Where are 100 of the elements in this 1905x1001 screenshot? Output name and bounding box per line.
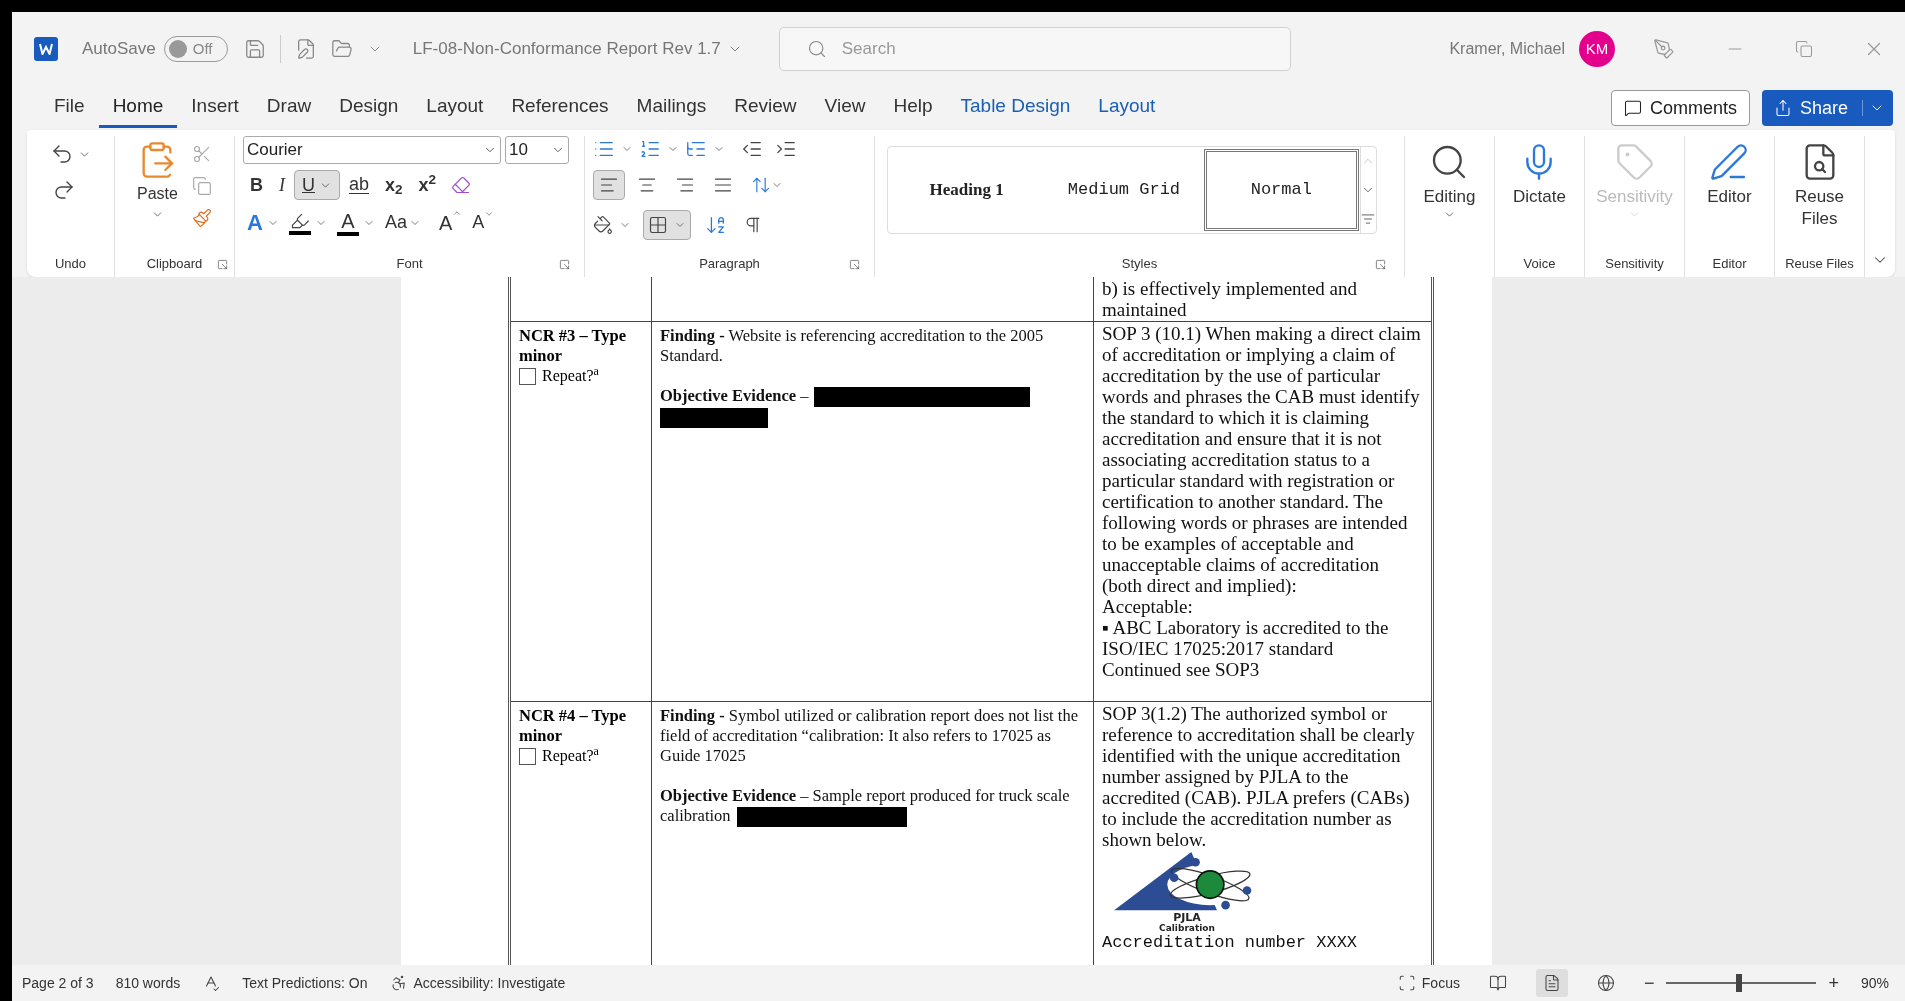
ribbon-tab[interactable]: Mailings (622, 88, 721, 128)
word-logo-icon (34, 37, 58, 61)
requirement-text: b) is effectively implemented and maintained (1102, 278, 1358, 320)
search-icon (806, 39, 827, 59)
zoom-slider-thumb[interactable] (1735, 974, 1742, 992)
pen-icon (1709, 142, 1750, 182)
requirement-text: Continued see SOP3 (1102, 659, 1261, 680)
numbering-icon[interactable] (639, 138, 661, 160)
pen-icon[interactable] (1653, 38, 1675, 60)
format-button[interactable]: I (272, 170, 292, 200)
zoom-out-button[interactable]: − (1643, 969, 1655, 997)
focus-icon (1397, 974, 1416, 992)
dialog-launcher-icon[interactable] (217, 259, 228, 270)
text-predictions[interactable]: Text Predictions: On (242, 972, 368, 994)
font-size-dropdown[interactable]: 10 (505, 136, 569, 164)
objective-evidence-text: Objective Evidence – (660, 386, 1085, 429)
text-effects-button[interactable]: A (247, 206, 263, 239)
ribbon-tab[interactable]: Design (325, 88, 413, 128)
dialog-launcher-icon[interactable] (849, 259, 860, 270)
repeat-label: Repeat?$^{a}$ (542, 746, 599, 766)
tool-button[interactable]: Dictate (1513, 136, 1566, 251)
objective-evidence-text: Objective Evidence – Sample report produced for truck scale calibration (660, 786, 1085, 828)
page-icon (1542, 974, 1561, 992)
ribbon-tab[interactable]: Layout (1084, 88, 1170, 128)
user-avatar[interactable]: KM (1579, 31, 1615, 67)
zoom-level[interactable]: 90% (1860, 972, 1889, 994)
clear-formatting-icon[interactable] (451, 175, 472, 195)
focus-button[interactable]: Focus (1397, 972, 1460, 994)
book-icon (1488, 974, 1507, 992)
format-button[interactable]: x$^{2}$ (411, 170, 444, 200)
speech-bubble-icon (1623, 99, 1642, 117)
align-button[interactable] (593, 170, 625, 200)
line-spacing-icon[interactable] (751, 175, 771, 195)
accreditation-number: Accreditation number XXXX (1102, 933, 1359, 953)
paste-button[interactable]: Paste (137, 140, 178, 251)
ribbon-tab[interactable]: Review (720, 88, 811, 128)
ribbon-tab[interactable]: Help (879, 88, 947, 128)
group-label: Clipboard (146, 255, 203, 274)
style-item[interactable]: Heading 1 (889, 149, 1045, 231)
format-button[interactable]: B (243, 170, 270, 200)
repeat-checkbox[interactable] (519, 367, 536, 385)
logo-caption: Calibration (1159, 923, 1215, 933)
group-label: Reuse Files (1785, 255, 1854, 274)
finding-text: Finding - Website is referencing accreditation to the 2005 Standard. (660, 326, 1045, 366)
ribbon-tab[interactable]: Insert (177, 88, 253, 128)
group-label: Editor (1712, 255, 1747, 274)
ribbon-tab[interactable]: View (810, 88, 880, 128)
restore-icon[interactable] (1795, 40, 1813, 58)
tool-button[interactable]: Editing (1423, 136, 1476, 251)
format-button[interactable]: U (294, 170, 340, 200)
view-button[interactable] (1535, 969, 1568, 997)
style-item[interactable]: Normal (1203, 149, 1359, 231)
requirement-text: SOP 3(1.2) The authorized symbol or reference to accreditation shall be clearly identified with the unique accreditation number assigned by PJLA to the accredited (CAB). PJLA prefers (CABs) to include the accreditation number as shown below. (1102, 703, 1416, 850)
format-button[interactable]: ab (342, 170, 377, 200)
format-painter-icon[interactable] (191, 208, 212, 228)
group-label: Voice (1523, 255, 1556, 274)
ribbon-tab[interactable]: Table Design (946, 88, 1085, 128)
ribbon-tab[interactable]: References (497, 88, 623, 128)
search-field[interactable]: Search (778, 27, 1291, 71)
ribbon-tab[interactable]: Draw (252, 88, 326, 128)
repeat-checkbox[interactable] (519, 747, 536, 765)
save-icon[interactable] (243, 38, 266, 60)
format-button[interactable]: x$_{2}$ (378, 170, 410, 200)
ribbon-tab[interactable]: Layout (412, 88, 498, 128)
accessibility-icon[interactable] (389, 974, 408, 992)
document-title[interactable]: LF-08-Non-Conformance Report Rev 1.7 (412, 36, 721, 62)
page-count[interactable]: Page 2 of 3 (22, 972, 94, 994)
accessibility-status[interactable]: Accessibility: Investigate (413, 972, 566, 994)
font-name-dropdown[interactable]: Courier (243, 136, 501, 164)
group-label: Sensitivity (1605, 255, 1664, 274)
group-label: Font (396, 255, 423, 274)
shrink-font-button[interactable]: A (472, 209, 495, 236)
style-item[interactable]: Medium Grid (1046, 149, 1202, 231)
borders-button[interactable] (643, 210, 691, 240)
requirement-text: ▪ ABC Laboratory is accredited to the ISO/IEC 17025:2017 standard (1102, 617, 1390, 659)
zoom-slider[interactable] (1666, 974, 1817, 992)
comments-button[interactable]: Comments (1610, 90, 1750, 126)
grow-font-button[interactable]: A (438, 207, 463, 238)
zoom-in-button[interactable]: + (1828, 969, 1839, 997)
ncr-heading: NCR #3 – Type minor (519, 326, 628, 366)
caret-icon (484, 209, 495, 219)
word-count[interactable]: 810 words (115, 972, 181, 994)
ncr-heading: NCR #4 – Type minor (519, 706, 628, 746)
font-color-button[interactable]: A (336, 209, 359, 236)
tool-button[interactable]: Reuse Files (1775, 136, 1864, 251)
dialog-launcher-icon[interactable] (1375, 259, 1386, 270)
repeat-label: Repeat?$^{a}$ (542, 366, 599, 386)
ribbon-tab[interactable]: File (40, 88, 99, 128)
share-button[interactable]: Share (1761, 90, 1893, 126)
cut-icon[interactable] (191, 144, 212, 164)
group-label: Paragraph (699, 255, 760, 274)
sort-icon[interactable] (705, 214, 727, 236)
copy-icon[interactable] (191, 176, 212, 196)
tool-button[interactable]: Editor (1707, 136, 1752, 251)
more-styles-icon[interactable] (1361, 212, 1375, 226)
tag-icon (1614, 142, 1655, 182)
dialog-launcher-icon[interactable] (559, 259, 570, 270)
shading-icon[interactable] (593, 215, 613, 235)
folder-icon[interactable] (330, 38, 353, 60)
change-case-button[interactable]: Aa (384, 209, 407, 236)
